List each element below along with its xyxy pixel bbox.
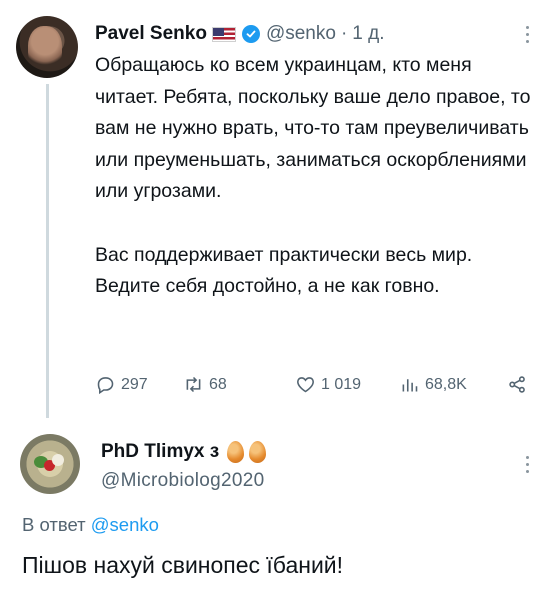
tweet-paragraph: Обращаюсь ко всем украинцам, кто меня чи…	[95, 54, 531, 202]
share-button[interactable]	[507, 374, 528, 395]
retweet-icon	[186, 376, 201, 393]
retweet-button[interactable]: 68	[183, 374, 227, 395]
separator-dot: ·	[340, 23, 348, 44]
reply-button[interactable]: 297	[95, 374, 148, 395]
author-name[interactable]: Pavel Senko	[95, 23, 207, 45]
reply-context: В ответ @senko	[22, 514, 159, 536]
tweet-header: Pavel Senko @senko · 1 д.	[95, 20, 385, 48]
tweet-actions: 297 68 1 019 68,8K	[95, 374, 535, 400]
thread-connector-line	[46, 84, 49, 418]
egg-icon	[227, 441, 245, 463]
tweet-reply[interactable]: PhD Tlimyx з @Microbiolog2020 В ответ @s…	[0, 420, 559, 600]
reply-text: Пішов нахуй свинопес їбаний!	[22, 552, 344, 578]
reply-to-handle-link[interactable]: @senko	[91, 514, 159, 535]
tweet-main[interactable]: Pavel Senko @senko · 1 д. Обращаюсь ко в…	[0, 0, 559, 420]
reply-header: PhD Tlimyx з	[101, 438, 267, 466]
views-chart-icon	[402, 379, 418, 392]
reply-bubble-icon	[97, 377, 114, 395]
like-button[interactable]: 1 019	[295, 374, 361, 395]
author-handle[interactable]: @senko	[266, 23, 336, 45]
author-handle[interactable]: @Microbiolog2020	[101, 470, 265, 492]
more-options-icon[interactable]	[524, 456, 530, 477]
reply-count: 297	[121, 375, 148, 393]
views-count: 68,8K	[425, 375, 467, 393]
tweet-text: Обращаюсь ко всем украинцам, кто меня чи…	[95, 50, 535, 303]
tweet-paragraph: Вас поддерживает практически весь мир. В…	[95, 243, 473, 298]
retweet-count: 68	[209, 375, 227, 393]
like-count: 1 019	[321, 375, 362, 393]
share-icon	[509, 376, 525, 393]
avatar[interactable]	[16, 16, 78, 78]
verified-badge-icon	[241, 25, 260, 43]
avatar[interactable]	[20, 434, 80, 494]
egg-icon	[249, 441, 267, 463]
more-options-icon[interactable]	[524, 26, 530, 47]
views-button[interactable]: 68,8K	[399, 374, 467, 395]
author-name[interactable]: PhD Tlimyx з	[101, 441, 219, 463]
timestamp[interactable]: 1 д.	[352, 23, 384, 45]
heart-icon	[297, 377, 314, 393]
reply-to-label: В ответ	[22, 514, 86, 535]
us-flag-icon	[211, 26, 236, 42]
